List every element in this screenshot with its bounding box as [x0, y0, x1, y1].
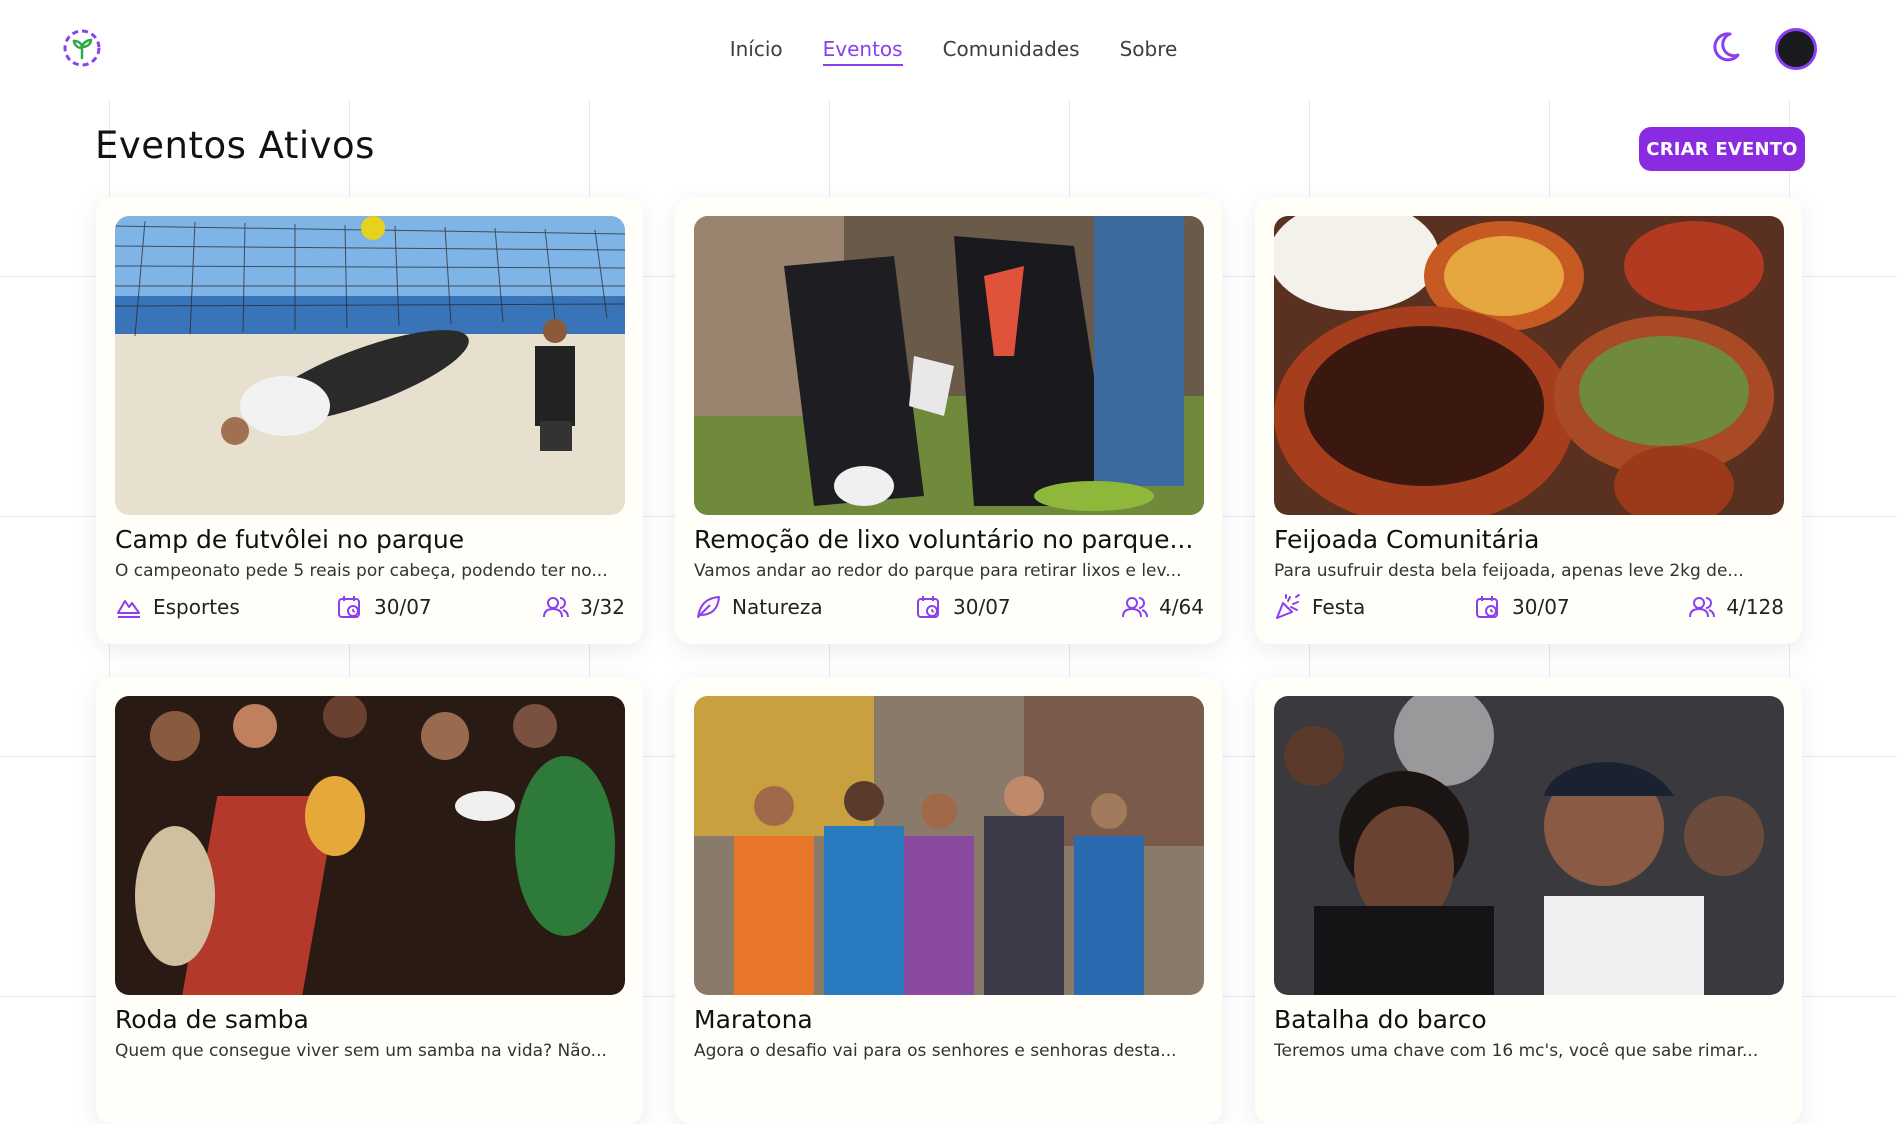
party-icon [1276, 594, 1300, 619]
event-category: Esportes [115, 593, 240, 621]
top-navbar: Início Eventos Comunidades Sobre [0, 0, 1897, 100]
users-icon [543, 597, 570, 618]
nav-inicio[interactable]: Início [730, 36, 783, 66]
event-date: 30/07 [915, 593, 1011, 621]
event-title: Maratona [694, 1005, 813, 1034]
event-image [115, 216, 625, 515]
users-icon [1122, 597, 1149, 618]
event-meta: Festa 30/07 4/128 [1274, 593, 1784, 623]
event-meta: Esportes 30/07 3/32 [115, 593, 625, 623]
event-attendees: 3/32 [542, 593, 625, 621]
event-attendees: 4/64 [1121, 593, 1204, 621]
event-title: Batalha do barco [1274, 1005, 1487, 1034]
moon-icon[interactable] [1710, 28, 1748, 66]
event-card[interactable]: Maratona Agora o desafio vai para os sen… [675, 677, 1222, 1124]
event-category: Festa [1274, 593, 1365, 621]
calendar-clock-icon [917, 596, 939, 618]
event-image [694, 696, 1204, 995]
event-description: Agora o desafio vai para os senhores e s… [694, 1041, 1177, 1061]
page-title: Eventos Ativos [95, 124, 375, 167]
avatar[interactable] [1775, 28, 1817, 70]
leaf-icon [697, 596, 720, 618]
nav-eventos[interactable]: Eventos [822, 36, 903, 66]
event-description: Para usufruir desta bela feijoada, apena… [1274, 561, 1744, 581]
event-date: 30/07 [1474, 593, 1570, 621]
event-description: Quem que consegue viver sem um samba na … [115, 1041, 607, 1061]
nav-comunidades[interactable]: Comunidades [943, 36, 1080, 66]
event-description: O campeonato pede 5 reais por cabeça, po… [115, 561, 608, 581]
event-image [1274, 216, 1784, 515]
main-nav: Início Eventos Comunidades Sobre [0, 36, 1897, 66]
event-date: 30/07 [336, 593, 432, 621]
event-card[interactable]: Batalha do barco Teremos uma chave com 1… [1255, 677, 1802, 1124]
event-meta: Natureza 30/07 4/64 [694, 593, 1204, 623]
nav-sobre[interactable]: Sobre [1120, 36, 1178, 66]
event-card[interactable]: Feijoada Comunitária Para usufruir desta… [1255, 197, 1802, 644]
event-title: Camp de futvôlei no parque [115, 525, 465, 554]
event-card[interactable]: Roda de samba Quem que consegue viver se… [96, 677, 643, 1124]
calendar-clock-icon [1476, 596, 1498, 618]
event-description: Teremos uma chave com 16 mc's, você que … [1274, 1041, 1759, 1061]
event-title: Remoção de lixo voluntário no parque... [694, 525, 1194, 554]
create-event-button[interactable]: CRIAR EVENTO [1639, 127, 1805, 171]
calendar-clock-icon [338, 596, 360, 618]
event-image [115, 696, 625, 995]
event-image [694, 216, 1204, 515]
event-card[interactable]: Remoção de lixo voluntário no parque... … [675, 197, 1222, 644]
event-category: Natureza [694, 593, 823, 621]
event-description: Vamos andar ao redor do parque para reti… [694, 561, 1182, 581]
sport-icon [117, 600, 140, 618]
users-icon [1689, 597, 1716, 618]
event-attendees: 4/128 [1688, 593, 1784, 621]
event-title: Feijoada Comunitária [1274, 525, 1540, 554]
event-card[interactable]: Camp de futvôlei no parque O campeonato … [96, 197, 643, 644]
event-title: Roda de samba [115, 1005, 309, 1034]
event-image [1274, 696, 1784, 995]
